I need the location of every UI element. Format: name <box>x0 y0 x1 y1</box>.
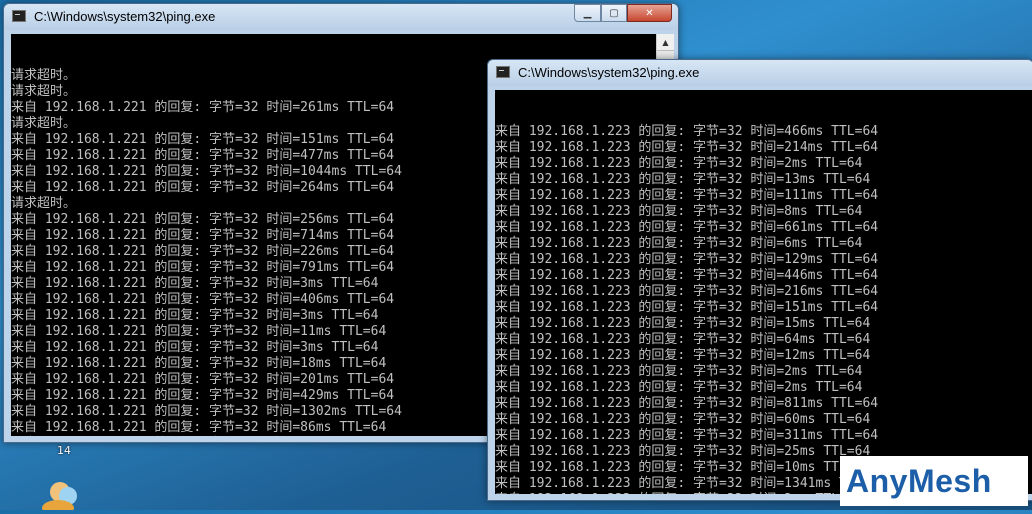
console-line: 来自 192.168.1.223 的回复: 字节=32 时间=311ms TTL… <box>495 428 879 443</box>
console-line: 来自 192.168.1.223 的回复: 字节=32 时间=13ms TTL=… <box>495 172 871 187</box>
console-line: 来自 192.168.1.223 的回复: 字节=32 时间=6ms TTL=6… <box>495 236 863 251</box>
window-2-title: C:\Windows\system32\ping.exe <box>518 65 700 80</box>
window-1-title: C:\Windows\system32\ping.exe <box>34 9 216 24</box>
console-app-icon <box>12 10 26 22</box>
anymesh-logo: AnyMesh <box>840 456 1028 506</box>
window-2-titlebar[interactable]: C:\Windows\system32\ping.exe <box>488 60 1032 86</box>
logo-text: AnyMesh <box>846 462 992 499</box>
minimize-button[interactable]: ▁ <box>574 4 601 22</box>
console-line: 来自 192.168.1.223 的回复: 字节=32 时间=60ms TTL=… <box>495 412 871 427</box>
console-line: 来自 192.168.1.223 的回复: 字节=32 时间=214ms TTL… <box>495 140 879 155</box>
console-line: 来自 192.168.1.223 的回复: 字节=32 时间=12ms TTL=… <box>495 348 871 363</box>
console-line: 来自 192.168.1.223 的回复: 字节=32 时间=446ms TTL… <box>495 268 879 283</box>
console-output-2: 来自 192.168.1.223 的回复: 字节=32 时间=466ms TTL… <box>495 90 1032 494</box>
console-line: 来自 192.168.1.223 的回复: 字节=32 时间=2ms TTL=6… <box>495 156 863 171</box>
console-line: 来自 192.168.1.223 的回复: 字节=32 时间=151ms TTL… <box>495 300 879 315</box>
console-line: 来自 192.168.1.223 的回复: 字节=32 时间=466ms TTL… <box>495 124 879 139</box>
desktop-icon-label: 14 <box>57 444 71 457</box>
console-line: 来自 192.168.1.223 的回复: 字节=32 时间=661ms TTL… <box>495 220 879 235</box>
console-line: 来自 192.168.1.223 的回复: 字节=32 时间=811ms TTL… <box>495 396 879 411</box>
console-line: 来自 192.168.1.223 的回复: 字节=32 时间=64ms TTL=… <box>495 332 871 347</box>
scroll-up-icon[interactable]: ▲ <box>657 34 674 51</box>
console-line: 来自 192.168.1.223 的回复: 字节=32 时间=216ms TTL… <box>495 284 879 299</box>
console-app-icon <box>496 66 510 78</box>
console-line: 来自 192.168.1.223 的回复: 字节=32 时间=8ms TTL=6… <box>495 204 863 219</box>
console-line: 来自 192.168.1.223 的回复: 字节=32 时间=15ms TTL=… <box>495 316 871 331</box>
console-line: 来自 192.168.1.223 的回复: 字节=32 时间=2ms TTL=6… <box>495 380 863 395</box>
console-line: 来自 192.168.1.223 的回复: 字节=32 时间=111ms TTL… <box>495 188 879 203</box>
window-1-titlebar[interactable]: C:\Windows\system32\ping.exe ▁ ▢ ✕ <box>4 4 678 30</box>
console-line: 来自 192.168.1.223 的回复: 字节=32 时间=129ms TTL… <box>495 252 879 267</box>
console-line: 来自 192.168.1.223 的回复: 字节=32 时间=2ms TTL=6… <box>495 364 863 379</box>
console-window-2[interactable]: C:\Windows\system32\ping.exe 来自 192.168.… <box>487 59 1032 501</box>
maximize-button[interactable]: ▢ <box>601 4 627 22</box>
user-accounts-icon[interactable] <box>38 478 84 514</box>
close-button[interactable]: ✕ <box>627 4 672 22</box>
